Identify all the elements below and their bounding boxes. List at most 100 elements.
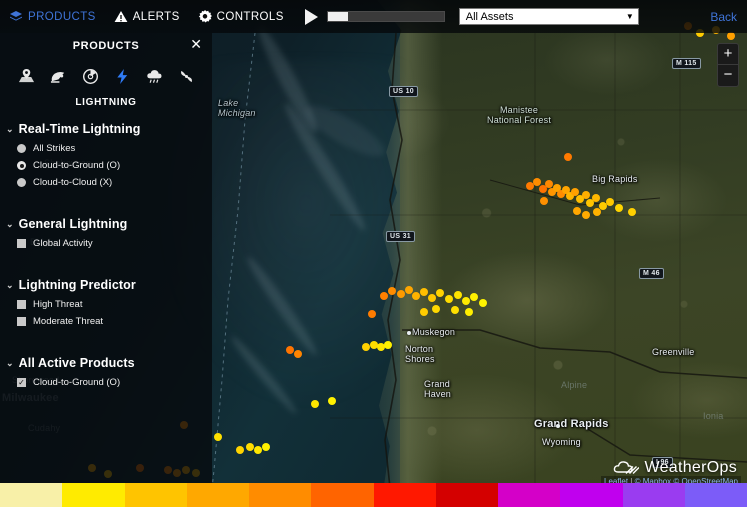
option-label: Global Activity	[33, 238, 93, 249]
lightning-strike-marker[interactable]	[420, 308, 428, 316]
lightning-strike-marker[interactable]	[540, 197, 548, 205]
legend-swatch-8	[498, 483, 561, 507]
lightning-strike-marker[interactable]	[362, 343, 370, 351]
lightning-strike-marker[interactable]	[262, 443, 270, 451]
legend-swatch-10	[622, 483, 685, 507]
asset-filter-select[interactable]: All Assets ▼	[458, 8, 639, 25]
lightning-strike-marker[interactable]	[445, 295, 453, 303]
weather-map-application: Lake Michigan Manistee National Forest Big R…	[0, 0, 747, 507]
option-cloud-to-ground-o[interactable]: Cloud-to-Ground (O)	[0, 157, 212, 174]
lightning-strike-marker[interactable]	[582, 191, 590, 199]
chevron-down-icon: ⌄	[6, 218, 14, 229]
hurricane-icon[interactable]	[175, 65, 197, 87]
lightning-strike-marker[interactable]	[384, 341, 392, 349]
lightning-strike-marker[interactable]	[397, 290, 405, 298]
lightning-strike-marker[interactable]	[311, 400, 319, 408]
lightning-strike-marker[interactable]	[593, 208, 601, 216]
radio-button[interactable]	[17, 144, 26, 153]
checkbox[interactable]	[17, 239, 26, 248]
timeline-slider[interactable]	[326, 11, 445, 22]
top-toolbar: PRODUCTS ALERTS CONTROLS All Assets ▼ Ba…	[0, 0, 747, 33]
lightning-strike-marker[interactable]	[432, 305, 440, 313]
lightning-strike-marker[interactable]	[328, 397, 336, 405]
product-group: ⌄ Real-Time Lightning All Strikes Cloud-to-…	[0, 118, 212, 195]
products-button-label: PRODUCTS	[28, 10, 96, 23]
lightning-bolt-icon[interactable]	[111, 65, 133, 87]
lightning-strike-marker[interactable]	[380, 292, 388, 300]
lightning-strike-marker[interactable]	[615, 204, 623, 212]
lightning-strike-marker[interactable]	[286, 346, 294, 354]
lightning-strike-marker[interactable]	[727, 32, 735, 40]
weatherops-logo-text: WeatherOps	[644, 459, 737, 476]
option-all-strikes[interactable]: All Strikes	[0, 140, 212, 157]
option-label: Cloud-to-Cloud (X)	[33, 177, 113, 188]
group-header-general-lightning[interactable]: ⌄ General Lightning	[0, 213, 212, 235]
map-zoom-control[interactable]: + −	[717, 43, 739, 87]
lightning-strike-marker[interactable]	[462, 297, 470, 305]
lightning-strike-marker[interactable]	[470, 293, 478, 301]
zoom-in-button[interactable]: +	[718, 44, 738, 65]
lightning-strike-marker[interactable]	[254, 446, 262, 454]
lightning-strike-marker[interactable]	[592, 194, 600, 202]
radar-target-icon[interactable]	[79, 65, 101, 87]
lightning-strike-marker[interactable]	[573, 207, 581, 215]
option-label: All Strikes	[33, 143, 76, 154]
alerts-button[interactable]: ALERTS	[105, 0, 189, 33]
lightning-strike-marker[interactable]	[236, 446, 244, 454]
lightning-strike-marker[interactable]	[454, 291, 462, 299]
lightning-strike-marker[interactable]	[564, 153, 572, 161]
option-high-threat[interactable]: High Threat	[0, 296, 212, 313]
lightning-strike-marker[interactable]	[628, 208, 636, 216]
lightning-strike-marker[interactable]	[465, 308, 473, 316]
warning-triangle-icon	[114, 10, 128, 23]
option-cloud-to-ground-o[interactable]: Cloud-to-Ground (O)	[0, 374, 212, 391]
city-marker	[556, 424, 560, 428]
group-header-lightning-predictor[interactable]: ⌄ Lightning Predictor	[0, 274, 212, 296]
lightning-strike-marker[interactable]	[246, 443, 254, 451]
close-icon[interactable]: ✕	[190, 37, 202, 51]
group-header-all-active-products[interactable]: ⌄ All Active Products	[0, 352, 212, 374]
controls-button[interactable]: CONTROLS	[189, 0, 293, 33]
lightning-strike-marker[interactable]	[214, 433, 222, 441]
lightning-strike-marker[interactable]	[368, 310, 376, 318]
satellite-dish-icon[interactable]	[47, 65, 69, 87]
sidebar-header: PRODUCTS ✕	[0, 33, 212, 59]
checkbox[interactable]	[17, 317, 26, 326]
option-moderate-threat[interactable]: Moderate Threat	[0, 313, 212, 330]
chevron-down-icon: ⌄	[6, 357, 14, 368]
products-button[interactable]: PRODUCTS	[0, 0, 105, 33]
lightning-strike-marker[interactable]	[479, 299, 487, 307]
option-cloud-to-cloud-x[interactable]: Cloud-to-Cloud (X)	[0, 174, 212, 191]
radio-button[interactable]	[17, 161, 26, 170]
lightning-strike-marker[interactable]	[436, 289, 444, 297]
lightning-strike-marker[interactable]	[294, 350, 302, 358]
option-global-activity[interactable]: Global Activity	[0, 235, 212, 252]
lightning-strike-marker[interactable]	[388, 287, 396, 295]
checkbox[interactable]	[17, 378, 26, 387]
cloud-rain-icon[interactable]	[143, 65, 165, 87]
lightning-strike-marker[interactable]	[420, 288, 428, 296]
checkbox[interactable]	[17, 300, 26, 309]
lightning-strike-marker[interactable]	[412, 292, 420, 300]
lightning-strike-marker[interactable]	[451, 306, 459, 314]
product-group: ⌄ General Lightning Global Activity	[0, 213, 212, 256]
lightning-strike-marker[interactable]	[545, 180, 553, 188]
group-header-real-time-lightning[interactable]: ⌄ Real-Time Lightning	[0, 118, 212, 140]
timeline-progress-fill	[327, 12, 348, 21]
lightning-strike-marker[interactable]	[428, 294, 436, 302]
legend-swatch-5	[311, 483, 374, 507]
lightning-strike-marker[interactable]	[582, 211, 590, 219]
back-link[interactable]: Back	[710, 10, 737, 24]
zoom-out-button[interactable]: −	[718, 65, 738, 86]
radio-button[interactable]	[17, 178, 26, 187]
product-group: ⌄ Lightning Predictor High Threat Moderate …	[0, 274, 212, 334]
location-pin-icon[interactable]	[15, 65, 37, 87]
sidebar-category-label: LIGHTNING	[75, 97, 137, 108]
lightning-strike-marker[interactable]	[606, 198, 614, 206]
legend-swatch-2	[124, 483, 187, 507]
weatherops-logo: WeatherOps	[613, 459, 737, 477]
legend-swatch-3	[186, 483, 249, 507]
alerts-button-label: ALERTS	[132, 10, 180, 23]
play-button[interactable]	[304, 8, 318, 25]
